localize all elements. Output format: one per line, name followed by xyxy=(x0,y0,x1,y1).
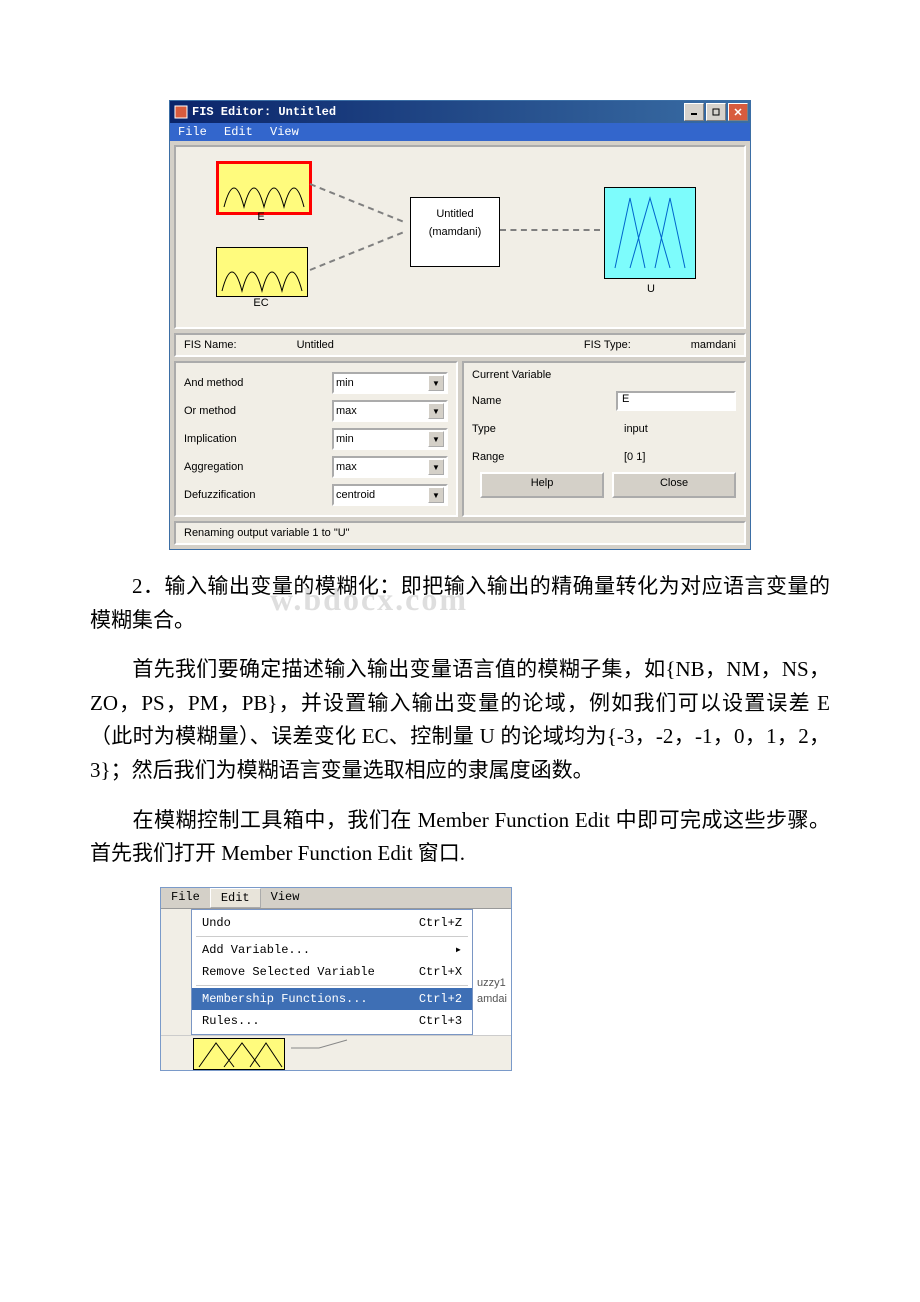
chevron-down-icon: ▼ xyxy=(428,487,444,503)
ms-input-box xyxy=(193,1038,285,1070)
ms-bottom-strip xyxy=(161,1035,511,1070)
menu-membership-functions[interactable]: Membership Functions...Ctrl+2 xyxy=(192,988,472,1010)
paragraph-3: 在模糊控制工具箱中，我们在 Member Function Edit 中即可完成… xyxy=(90,804,830,871)
aggregation-label: Aggregation xyxy=(184,461,243,473)
app-icon xyxy=(174,105,188,119)
menubar: File Edit View xyxy=(170,123,750,141)
output-u-box[interactable] xyxy=(604,187,696,279)
menu-add-variable[interactable]: Add Variable...▸ xyxy=(192,939,472,961)
defuzzification-label: Defuzzification xyxy=(184,489,256,501)
current-variable-panel: Current Variable Name E Type input Range… xyxy=(462,361,746,517)
or-method-combo[interactable]: max▼ xyxy=(332,400,448,422)
minimize-button[interactable] xyxy=(684,103,704,121)
var-name-field[interactable]: E xyxy=(616,391,736,411)
close-button[interactable] xyxy=(728,103,748,121)
defuzzification-combo[interactable]: centroid▼ xyxy=(332,484,448,506)
fis-type-label: FIS Type: xyxy=(584,339,631,351)
titlebar: FIS Editor: Untitled xyxy=(170,101,750,123)
submenu-arrow-icon: ▸ xyxy=(455,942,462,957)
output-u-label: U xyxy=(606,283,696,295)
and-method-label: And method xyxy=(184,377,243,389)
menu-undo[interactable]: UndoCtrl+Z xyxy=(192,912,472,934)
ms-menu-view[interactable]: View xyxy=(261,888,310,908)
maximize-button[interactable] xyxy=(706,103,726,121)
edit-menu-screenshot: File Edit View UndoCtrl+Z Add Variable..… xyxy=(160,887,512,1071)
fis-name-label: FIS Name: xyxy=(184,339,237,351)
var-type-label: Type xyxy=(472,423,496,435)
methods-panel: And method min▼ Or method max▼ Implicati… xyxy=(174,361,458,517)
menu-view[interactable]: View xyxy=(270,125,299,139)
input-ec-label: EC xyxy=(216,297,306,309)
menu-edit[interactable]: Edit xyxy=(224,125,253,139)
help-button[interactable]: Help xyxy=(480,472,604,498)
and-method-combo[interactable]: min▼ xyxy=(332,372,448,394)
ms-menu-edit[interactable]: Edit xyxy=(210,888,261,908)
status-bar: Renaming output variable 1 to "U" xyxy=(174,521,746,545)
var-name-label: Name xyxy=(472,395,501,407)
implication-combo[interactable]: min▼ xyxy=(332,428,448,450)
fis-center-box[interactable]: Untitled (mamdani) xyxy=(410,197,500,267)
or-method-label: Or method xyxy=(184,405,236,417)
edit-dropdown: UndoCtrl+Z Add Variable...▸ Remove Selec… xyxy=(191,909,473,1035)
menu-rules[interactable]: Rules...Ctrl+3 xyxy=(192,1010,472,1032)
chevron-down-icon: ▼ xyxy=(428,459,444,475)
chevron-down-icon: ▼ xyxy=(428,375,444,391)
menu-file[interactable]: File xyxy=(178,125,207,139)
fis-name-value: Untitled xyxy=(297,339,334,351)
fis-type-value: mamdani xyxy=(691,339,736,351)
diagram-panel: E EC Untitled (mamdani) U xyxy=(174,145,746,329)
ms-menubar: File Edit View xyxy=(161,888,511,909)
menu-remove-variable[interactable]: Remove Selected VariableCtrl+X xyxy=(192,961,472,983)
paragraph-2: 首先我们要确定描述输入输出变量语言值的模糊子集，如{NB，NM，NS，ZO，PS… xyxy=(90,653,830,787)
fis-name-bar: FIS Name: Untitled FIS Type: mamdani xyxy=(174,333,746,357)
center-title: Untitled xyxy=(411,208,499,220)
var-type-value: input xyxy=(624,423,736,435)
fis-editor-window: FIS Editor: Untitled File Edit View E xyxy=(169,100,751,550)
var-range-label: Range xyxy=(472,451,504,463)
var-range-value: [0 1] xyxy=(624,451,736,463)
input-e-box[interactable] xyxy=(216,161,312,215)
center-subtitle: (mamdani) xyxy=(411,226,499,238)
chevron-down-icon: ▼ xyxy=(428,403,444,419)
close-panel-button[interactable]: Close xyxy=(612,472,736,498)
paragraph-1: 2．输入输出变量的模糊化：即把输入输出的精确量转化为对应语言变量的模糊集合。 xyxy=(90,570,830,637)
implication-label: Implication xyxy=(184,433,237,445)
input-ec-box[interactable] xyxy=(216,247,308,297)
current-variable-header: Current Variable xyxy=(472,369,736,381)
ms-menu-file[interactable]: File xyxy=(161,888,210,908)
ms-side-labels: uzzy1 amdai xyxy=(473,909,511,1035)
input-e-label: E xyxy=(216,211,306,223)
window-title: FIS Editor: Untitled xyxy=(192,105,336,119)
chevron-down-icon: ▼ xyxy=(428,431,444,447)
aggregation-combo[interactable]: max▼ xyxy=(332,456,448,478)
